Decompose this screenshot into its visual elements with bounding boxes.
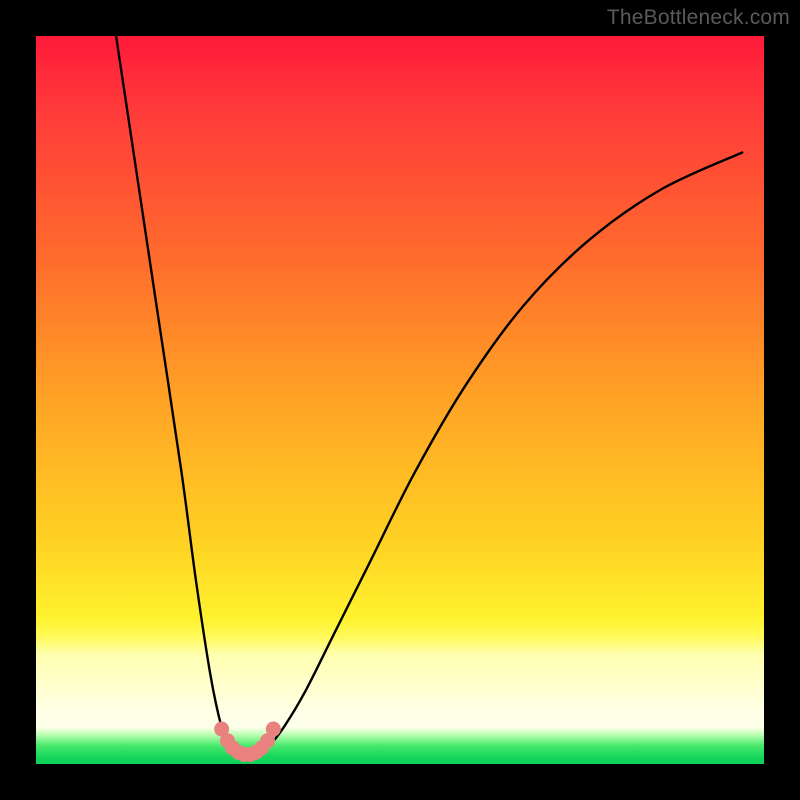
valley-dot bbox=[266, 722, 281, 737]
plot-area bbox=[36, 36, 764, 764]
curve-right-branch bbox=[258, 152, 742, 753]
curve-svg bbox=[36, 36, 764, 764]
curve-left-branch bbox=[116, 36, 236, 753]
chart-frame: TheBottleneck.com bbox=[0, 0, 800, 800]
watermark-text: TheBottleneck.com bbox=[607, 6, 790, 30]
valley-marker-dots bbox=[214, 722, 281, 762]
